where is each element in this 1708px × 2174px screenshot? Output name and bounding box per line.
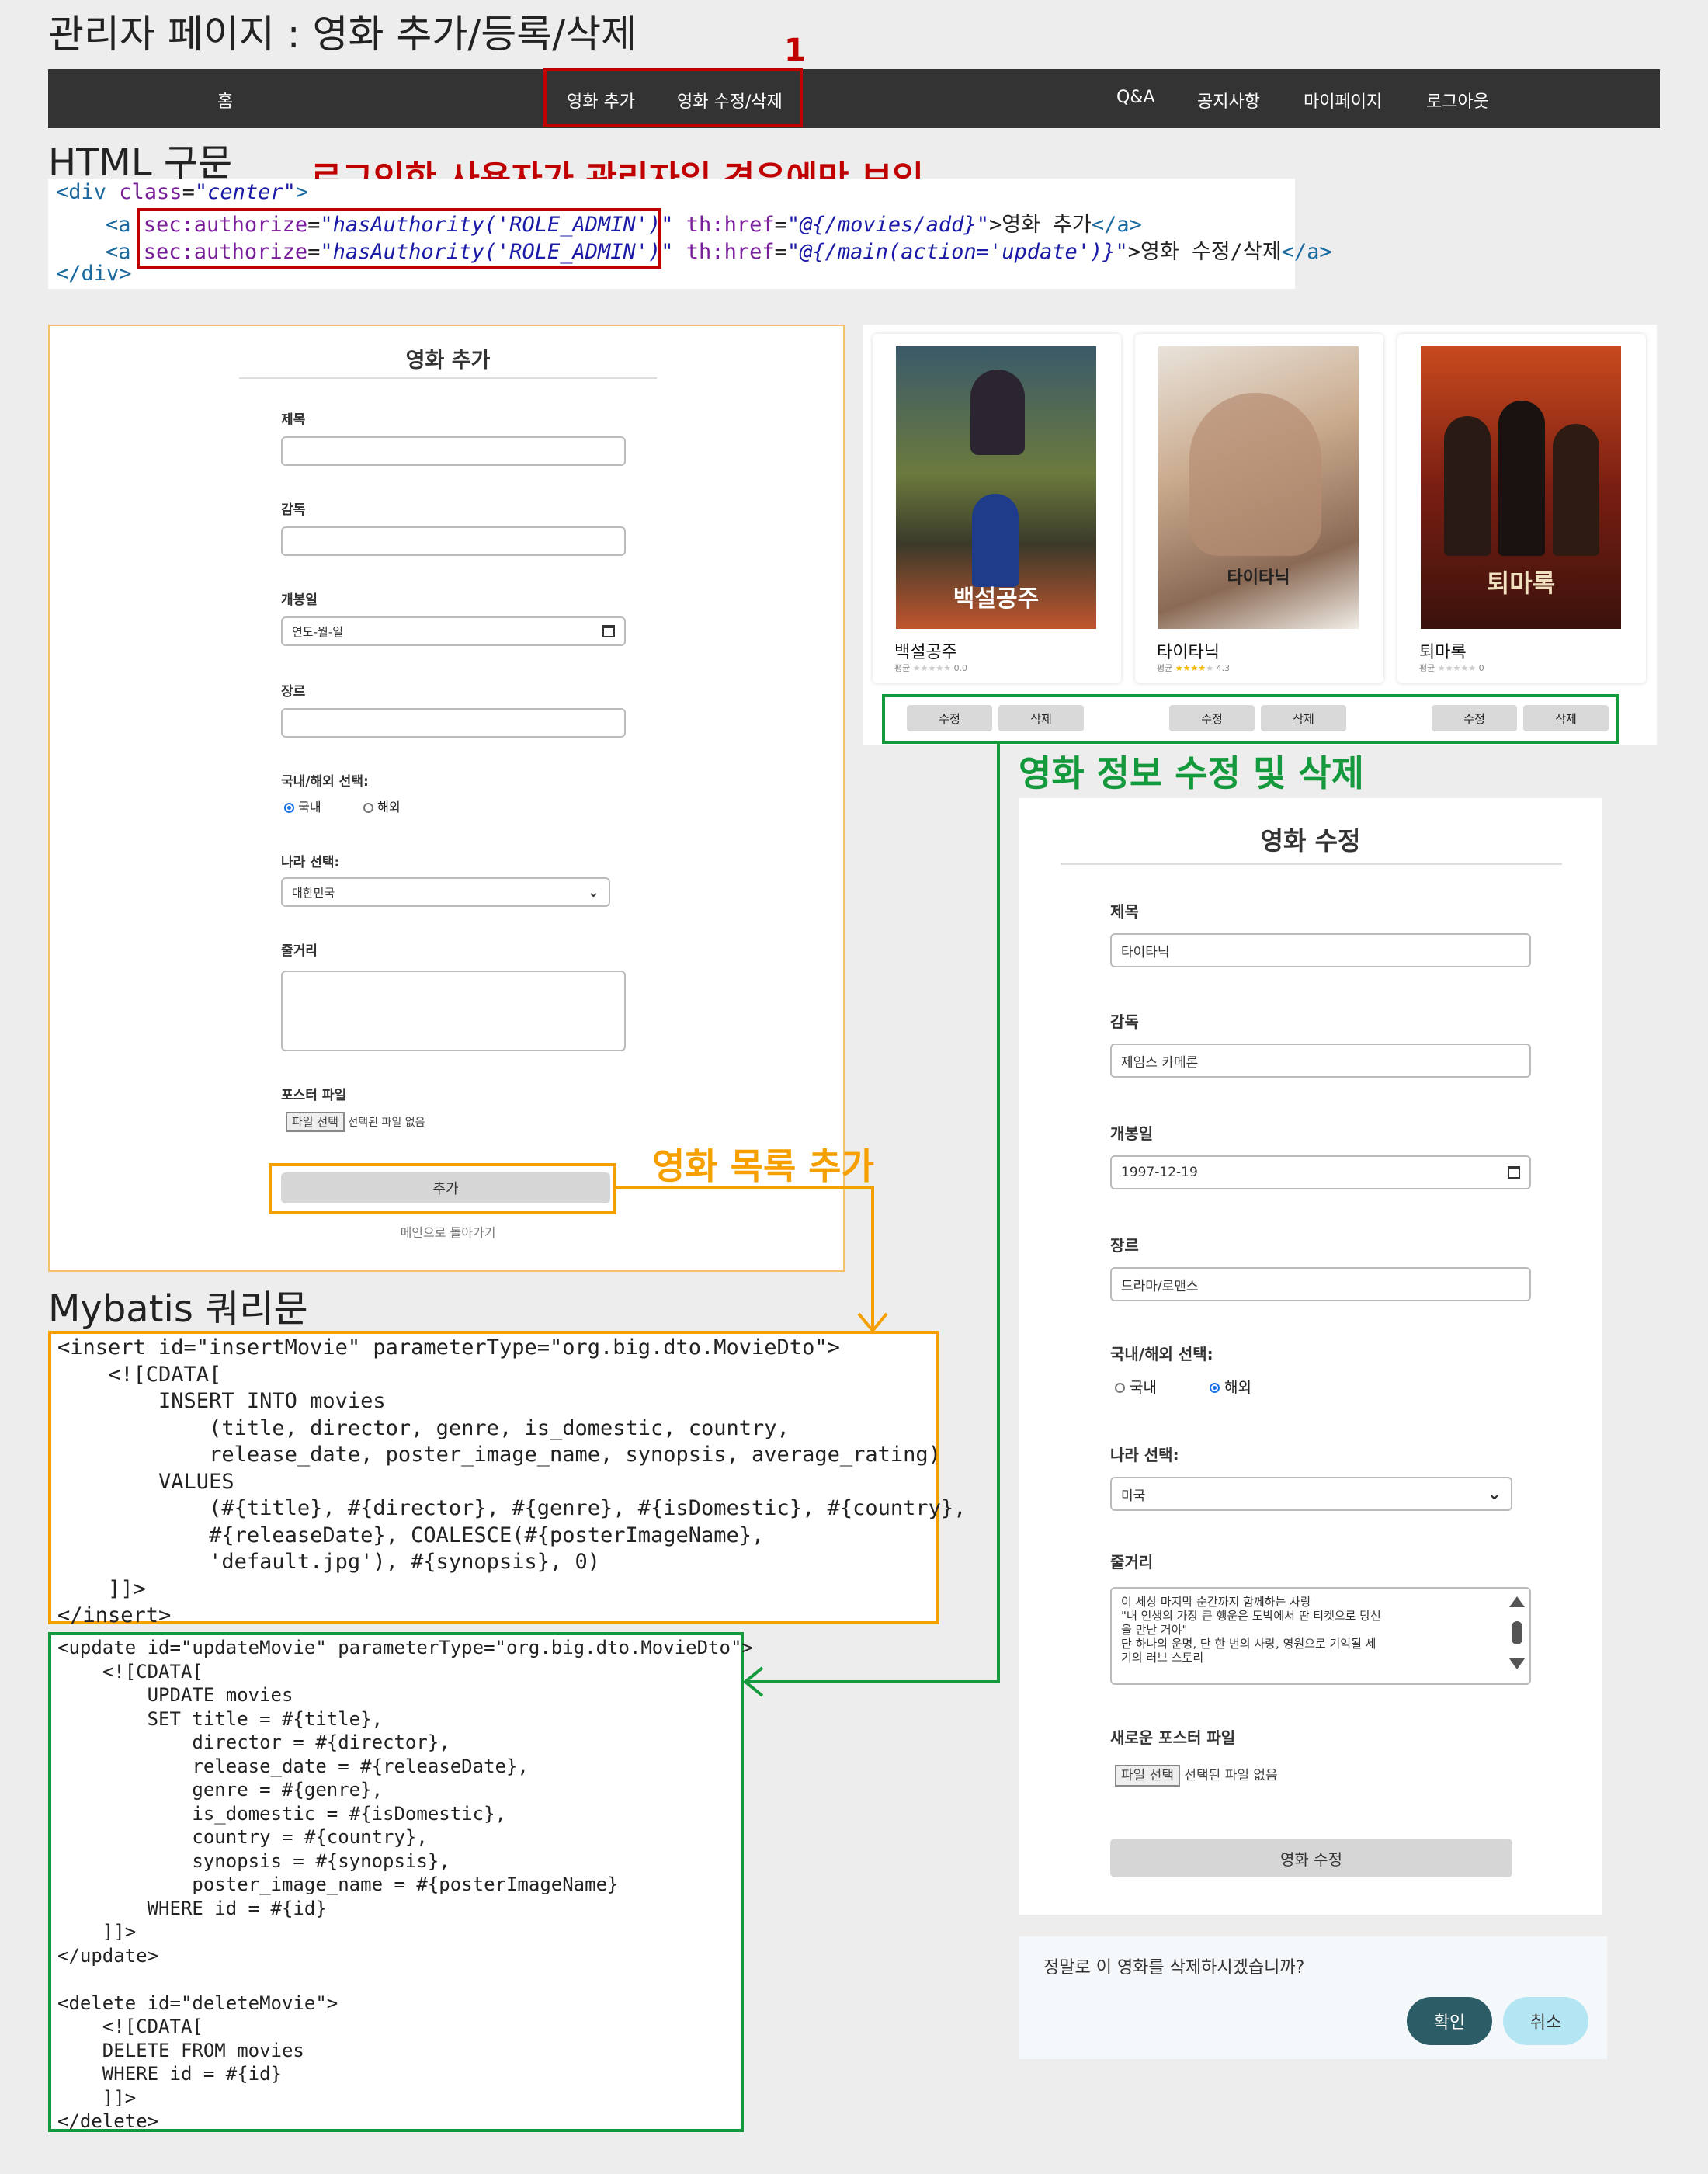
orange-connector-line bbox=[616, 1186, 874, 1329]
connector-arrows bbox=[616, 744, 1000, 1697]
